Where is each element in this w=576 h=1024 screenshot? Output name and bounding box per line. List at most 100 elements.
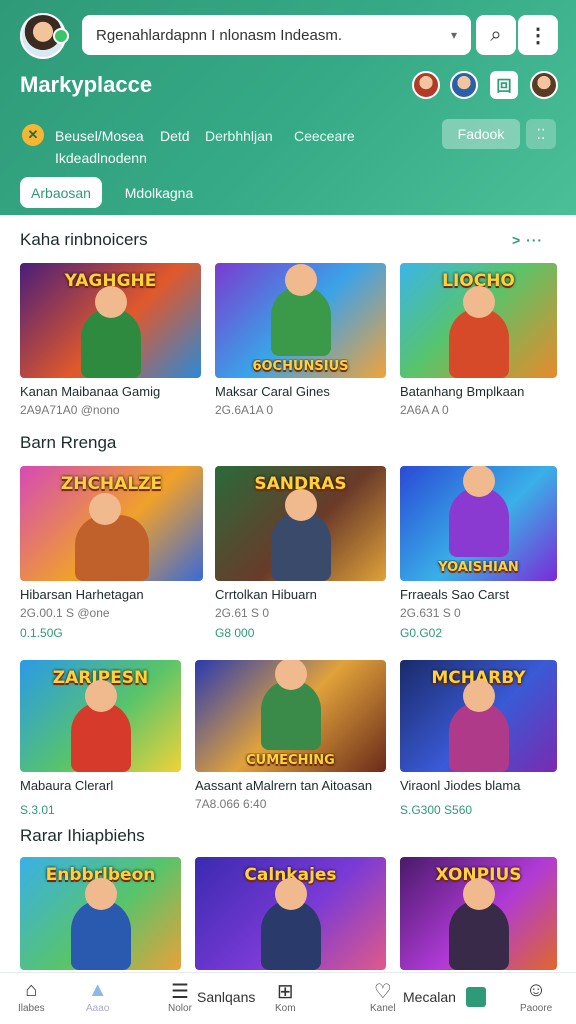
store-icon[interactable]: [466, 987, 486, 1007]
nav-messages-text[interactable]: Mecalan: [403, 989, 456, 1005]
nav-messages[interactable]: ♡ Kanel: [370, 979, 396, 1014]
online-status-badge: [53, 28, 69, 44]
game-meta: 2A9A71A0 @nono: [20, 403, 120, 417]
game-title: Crrtolkan Hibuarn: [215, 587, 317, 602]
marketplace-header: Rgenahlardapnn I nlonasm Indeasm. ▾ ⌕ ⋮ …: [0, 0, 576, 215]
game-thumbnail: ZARIPESN: [20, 660, 181, 772]
home-icon: ⌂: [25, 979, 38, 1001]
game-title: Mabaura Clerarl: [20, 778, 114, 793]
chevron-down-icon[interactable]: ▾: [451, 28, 457, 42]
game-character-image: [448, 466, 509, 557]
nav-savings[interactable]: ☰ Nolor: [168, 979, 192, 1014]
message-icon: ♡: [373, 981, 392, 1003]
game-title: Maksar Caral Gines: [215, 384, 330, 399]
see-all-link[interactable]: > ···: [512, 232, 543, 248]
tab-secondary[interactable]: Mdolkagna: [112, 177, 206, 208]
game-thumbnail: YAGHGHE: [20, 263, 201, 378]
feedback-button[interactable]: Fadook: [442, 119, 520, 149]
game-card[interactable]: XONPIUS: [400, 857, 557, 970]
profile-icon: ☺: [525, 979, 547, 1001]
game-price: 0.1.50G: [20, 626, 63, 640]
explore-icon: ▲: [87, 979, 108, 1001]
game-meta: 2G.631 S 0: [400, 606, 461, 620]
game-banner-text: 6OCHUNSIUS: [252, 359, 349, 374]
game-character-image: [74, 493, 149, 581]
game-card[interactable]: MCHARBY Viraonl Jiodes blama S.G300 S560: [400, 660, 557, 817]
game-card[interactable]: SANDRAS Crrtolkan Hibuarn 2G.61 S 0 G8 0…: [215, 466, 386, 640]
game-card[interactable]: Calnkajes: [195, 857, 386, 970]
nav-home[interactable]: ⌂ Ilabes: [18, 979, 45, 1014]
nav-savings-text[interactable]: Sanlqans: [197, 989, 255, 1005]
nav-explore-label: Aaao: [86, 1003, 110, 1014]
category-close-icon[interactable]: ✕: [22, 124, 44, 146]
game-thumbnail: LIOCHO: [400, 263, 557, 378]
game-meta: 2G.6A1A 0: [215, 403, 274, 417]
game-price: G0.G02: [400, 626, 443, 640]
game-title: Frraeals Sao Carst: [400, 587, 510, 602]
game-character-image: [448, 286, 509, 378]
tab-active[interactable]: Arbaosan: [20, 177, 102, 208]
game-price: S.G300 S560: [400, 803, 473, 817]
game-character-image: [70, 878, 131, 970]
game-title: Batanhang Bmplkaan: [400, 384, 525, 399]
game-title: Kanan Maibanaa Gamig: [20, 384, 161, 399]
nav-savings-label: Nolor: [168, 1003, 192, 1014]
search-input[interactable]: Rgenahlardapnn I nlonasm Indeasm.: [96, 27, 451, 44]
page-title: Markyplacce: [20, 72, 153, 97]
search-icon: ⌕: [490, 23, 502, 46]
game-thumbnail: YOAISHIAN: [400, 466, 557, 581]
category-link-1[interactable]: Beusel/Mosea: [55, 128, 144, 144]
game-card[interactable]: CUMECHING Aassant aMalrern tan Aitoasan …: [195, 660, 386, 811]
nav-gift[interactable]: ⊞ Kom: [275, 979, 296, 1014]
game-card[interactable]: 6OCHUNSIUS Maksar Caral Gines 2G.6A1A 0: [215, 263, 386, 417]
category-link-3[interactable]: Derbhhljan: [205, 128, 273, 144]
nav-home-label: Ilabes: [18, 1003, 45, 1014]
grid-icon: ⁚⁚: [536, 125, 546, 142]
game-price: G8 000: [215, 626, 255, 640]
friend-avatar-1[interactable]: [412, 71, 440, 99]
game-title: Hibarsan Harhetagan: [20, 587, 144, 602]
game-card[interactable]: YOAISHIAN Frraeals Sao Carst 2G.631 S 0 …: [400, 466, 557, 640]
game-card[interactable]: Enbbrlbeon: [20, 857, 181, 970]
game-banner-text: ZHCHALZE: [60, 474, 163, 494]
game-thumbnail: ZHCHALZE: [20, 466, 203, 581]
friend-avatar-2[interactable]: [450, 71, 478, 99]
game-title: Aassant aMalrern tan Aitoasan: [195, 778, 373, 793]
game-banner-text: CUMECHING: [246, 753, 335, 768]
game-character-image: [260, 878, 321, 970]
game-meta: 2G.00.1 S @one: [20, 606, 110, 620]
game-character-image: [80, 286, 141, 378]
friend-avatar-3[interactable]: [530, 71, 558, 99]
wallet-icon: ☰: [170, 981, 189, 1003]
nav-profile[interactable]: ☺ Paoore: [520, 979, 552, 1014]
game-character-image: [448, 680, 509, 772]
more-options-button[interactable]: ⋮: [518, 15, 558, 55]
game-card[interactable]: LIOCHO Batanhang Bmplkaan 2A6A A 0: [400, 263, 557, 417]
game-character-image: [270, 489, 331, 581]
game-thumbnail: Enbbrlbeon: [20, 857, 181, 970]
game-card[interactable]: YAGHGHE Kanan Maibanaa Gamig 2A9A71A0 @n…: [20, 263, 201, 417]
game-thumbnail: CUMECHING: [195, 660, 386, 772]
nav-gift-label: Kom: [275, 1003, 296, 1014]
gift-icon: ⊞: [276, 981, 294, 1003]
grid-view-button[interactable]: ⁚⁚: [526, 119, 556, 149]
game-meta: 2G.61 S 0: [215, 606, 270, 620]
section-title: Kaha rinbnoicers: [20, 230, 148, 249]
category-link-2[interactable]: Detd: [160, 128, 190, 144]
game-meta: 2A6A A 0: [400, 403, 449, 417]
game-card[interactable]: ZARIPESN Mabaura Clerarl S.3.01: [20, 660, 181, 817]
search-button[interactable]: ⌕: [476, 15, 516, 55]
game-thumbnail: MCHARBY: [400, 660, 557, 772]
game-thumbnail: Calnkajes: [195, 857, 386, 970]
nav-explore[interactable]: ▲ Aaao: [86, 979, 109, 1014]
category-link-4[interactable]: Ceeceare: [294, 128, 355, 144]
nav-messages-label: Kanel: [370, 1003, 396, 1014]
game-thumbnail: XONPIUS: [400, 857, 557, 970]
category-link-5[interactable]: Ikdeadlnodenn: [55, 150, 147, 166]
game-card[interactable]: ZHCHALZE Hibarsan Harhetagan 2G.00.1 S @…: [20, 466, 203, 640]
game-price: S.3.01: [20, 803, 55, 817]
game-character-image: [70, 680, 131, 772]
search-bar[interactable]: Rgenahlardapnn I nlonasm Indeasm. ▾: [82, 15, 471, 55]
app-icon[interactable]: 回: [490, 71, 518, 99]
bottom-navigation: ⌂ Ilabes ▲ Aaao ☰ Nolor Sanlqans ⊞ Kom ♡…: [0, 972, 576, 1024]
